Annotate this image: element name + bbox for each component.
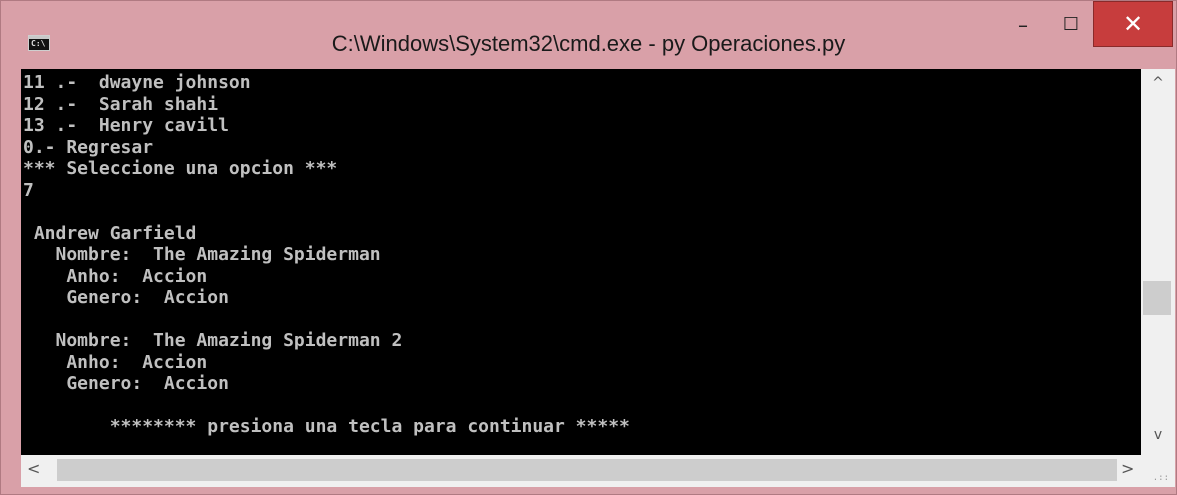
console-line: Genero: Accion — [23, 287, 229, 308]
console-output[interactable]: 11 .- dwayne johnson 12 .- Sarah shahi 13 … — [21, 69, 1141, 455]
horizontal-scrollbar[interactable]: < > — [21, 455, 1141, 487]
console-line: 13 .- Henry cavill — [23, 115, 229, 136]
horizontal-scroll-thumb[interactable] — [57, 459, 1117, 481]
scroll-left-icon[interactable]: < — [27, 459, 40, 478]
console-line: ******** presiona una tecla para continu… — [23, 416, 630, 437]
cmd-window: C:\ C:\Windows\System32\cmd.exe - py Ope… — [0, 0, 1177, 495]
console-line: 12 .- Sarah shahi — [23, 93, 219, 115]
maximize-button[interactable]: ☐ — [1051, 5, 1091, 45]
console-line: Genero: Accion — [23, 373, 229, 394]
scroll-right-icon[interactable]: > — [1121, 459, 1134, 478]
minimize-button[interactable]: – — [1003, 5, 1043, 45]
console-line: *** Seleccione una opcion *** — [23, 158, 338, 179]
resize-grip-icon: .:: — [1152, 473, 1169, 483]
console-line: Andrew Garfield — [23, 222, 197, 244]
scroll-up-icon[interactable]: ^ — [1141, 75, 1175, 91]
window-title: C:\Windows\System32\cmd.exe - py Operaci… — [331, 31, 846, 56]
console-line: Anho: Accion — [23, 265, 208, 287]
console-line: Nombre: The Amazing Spiderman 2 — [23, 330, 403, 351]
resize-grip[interactable]: .:: — [1141, 455, 1175, 487]
console-line: 7 — [23, 179, 34, 201]
vertical-scroll-thumb[interactable] — [1143, 280, 1171, 315]
console-line: Nombre: The Amazing Spiderman — [23, 244, 381, 265]
console-text: 11 .- dwayne johnson 12 .- Sarah shahi 13 … — [21, 69, 1141, 438]
close-button[interactable]: ✕ — [1093, 1, 1173, 47]
console-line: Anho: Accion — [23, 351, 208, 373]
console-line: 0.- Regresar — [23, 136, 154, 158]
vertical-scrollbar[interactable]: ^ v — [1141, 69, 1175, 455]
console-line: 11 .- dwayne johnson — [23, 72, 251, 93]
title-bar[interactable]: C:\ C:\Windows\System32\cmd.exe - py Ope… — [1, 1, 1176, 69]
scroll-down-icon[interactable]: v — [1141, 427, 1175, 443]
